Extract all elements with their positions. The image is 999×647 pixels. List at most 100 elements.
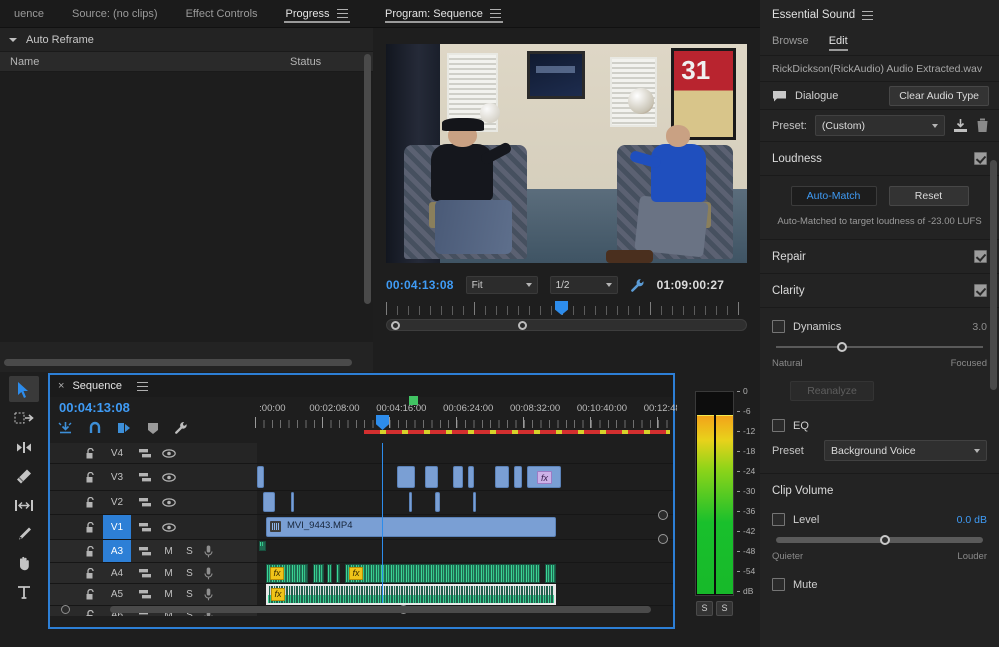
panel-menu-icon[interactable] bbox=[337, 9, 348, 18]
track-select-forward-tool[interactable] bbox=[9, 405, 39, 431]
timeline-timecode[interactable]: 00:04:13:08 bbox=[59, 400, 130, 415]
tab-sequence[interactable]: uence bbox=[0, 0, 58, 27]
track-name[interactable]: V4 bbox=[103, 446, 131, 461]
video-preview[interactable]: 31 bbox=[386, 44, 747, 263]
audio-clip[interactable]: fx bbox=[266, 564, 308, 583]
clip[interactable] bbox=[291, 492, 294, 512]
unlock-icon[interactable] bbox=[86, 472, 98, 483]
track-content[interactable]: MVI_9443.MP4 bbox=[257, 515, 660, 539]
microphone-icon[interactable] bbox=[204, 545, 219, 558]
monitor-scrubber[interactable] bbox=[373, 300, 760, 336]
tab-program-sequence[interactable]: Program: Sequence bbox=[373, 0, 515, 27]
unlock-icon[interactable] bbox=[86, 610, 98, 616]
track-content[interactable] bbox=[257, 443, 660, 463]
sync-lock-icon[interactable] bbox=[139, 546, 154, 557]
track-name-selected[interactable]: V1 bbox=[103, 515, 131, 539]
sync-lock-icon[interactable] bbox=[139, 589, 154, 600]
clip[interactable] bbox=[473, 492, 476, 512]
tab-browse[interactable]: Browse bbox=[772, 35, 809, 51]
sync-lock-icon[interactable] bbox=[139, 448, 154, 459]
clear-audio-type-button[interactable]: Clear Audio Type bbox=[889, 86, 989, 106]
reanalyze-button[interactable]: Reanalyze bbox=[790, 381, 874, 401]
progress-vertical-scrollbar[interactable] bbox=[364, 54, 371, 304]
sync-lock-icon[interactable] bbox=[139, 472, 154, 483]
dynamics-slider[interactable] bbox=[772, 339, 987, 355]
clip-with-effect[interactable]: fx bbox=[527, 466, 561, 488]
zoom-level-select[interactable]: Fit bbox=[466, 276, 538, 294]
ripple-edit-tool[interactable] bbox=[9, 434, 39, 460]
chevron-down-icon[interactable] bbox=[8, 35, 18, 45]
track-keyframe-knob[interactable] bbox=[658, 510, 668, 520]
tab-edit[interactable]: Edit bbox=[829, 35, 848, 51]
preset-select[interactable]: (Custom) bbox=[815, 115, 945, 136]
pen-tool[interactable] bbox=[9, 521, 39, 547]
track-header[interactable]: V1 bbox=[50, 515, 257, 539]
razor-tool[interactable] bbox=[9, 463, 39, 489]
track-header[interactable]: A5 M S bbox=[50, 584, 257, 605]
loudness-section-header[interactable]: Loudness bbox=[760, 142, 999, 176]
track-name[interactable]: A4 bbox=[103, 566, 131, 581]
tab-progress[interactable]: Progress bbox=[272, 0, 362, 27]
unlock-icon[interactable] bbox=[86, 497, 98, 508]
eye-icon[interactable] bbox=[162, 523, 177, 532]
mute-button[interactable]: M bbox=[162, 546, 175, 557]
essential-sound-scrollbar[interactable] bbox=[990, 160, 997, 390]
repair-checkbox[interactable] bbox=[974, 250, 987, 263]
track-content[interactable]: fx bbox=[257, 584, 660, 605]
level-slider-thumb[interactable] bbox=[880, 535, 890, 545]
timeline-horizontal-scrollbar[interactable] bbox=[110, 606, 651, 613]
mute-checkbox[interactable] bbox=[772, 578, 785, 591]
zoom-handle-right[interactable] bbox=[518, 321, 527, 330]
sync-lock-icon[interactable] bbox=[139, 568, 154, 579]
save-icon[interactable] bbox=[953, 118, 968, 133]
clip[interactable] bbox=[425, 466, 438, 488]
audio-clip[interactable] bbox=[327, 564, 332, 583]
playback-resolution-select[interactable]: 1/2 bbox=[550, 276, 618, 294]
track-name[interactable]: A5 bbox=[103, 587, 131, 602]
snap-icon[interactable] bbox=[88, 421, 102, 435]
solo-button[interactable]: S bbox=[183, 589, 196, 600]
wrench-icon[interactable] bbox=[630, 278, 645, 293]
track-content[interactable]: fx fx bbox=[257, 563, 660, 583]
track-header[interactable]: A4 M S bbox=[50, 563, 257, 583]
eq-checkbox[interactable] bbox=[772, 419, 785, 432]
audio-clip-main[interactable]: fx bbox=[345, 564, 540, 583]
hand-tool[interactable] bbox=[9, 550, 39, 576]
timeline-ruler[interactable]: :00:00 00:02:08:00 00:04:16:00 00:06:24:… bbox=[255, 403, 673, 441]
clip[interactable] bbox=[263, 492, 275, 512]
progress-horizontal-scrollbar[interactable] bbox=[4, 359, 352, 366]
microphone-icon[interactable] bbox=[204, 567, 219, 580]
sync-lock-icon[interactable] bbox=[139, 497, 154, 508]
clip[interactable] bbox=[495, 466, 509, 488]
solo-button[interactable]: S bbox=[183, 546, 196, 557]
tab-source[interactable]: Source: (no clips) bbox=[58, 0, 172, 27]
unlock-icon[interactable] bbox=[86, 448, 98, 459]
track-header[interactable]: A3 M S bbox=[50, 540, 257, 562]
add-marker-icon[interactable] bbox=[147, 422, 159, 435]
sequence-marker[interactable] bbox=[409, 396, 418, 405]
timeline-settings-icon[interactable] bbox=[174, 421, 188, 435]
loudness-checkbox[interactable] bbox=[974, 152, 987, 165]
level-value[interactable]: 0.0 dB bbox=[957, 514, 987, 526]
track-name[interactable]: V2 bbox=[103, 495, 131, 510]
panel-menu-icon[interactable] bbox=[862, 11, 873, 20]
clip[interactable] bbox=[435, 492, 440, 512]
unlock-icon[interactable] bbox=[86, 589, 98, 600]
mute-button[interactable]: M bbox=[162, 589, 175, 600]
clarity-section-header[interactable]: Clarity bbox=[760, 274, 999, 308]
clip-volume-section-header[interactable]: Clip Volume bbox=[760, 473, 999, 507]
clarity-checkbox[interactable] bbox=[974, 284, 987, 297]
level-slider[interactable] bbox=[772, 532, 987, 548]
auto-reframe-group[interactable]: Auto Reframe bbox=[0, 28, 373, 52]
clip[interactable] bbox=[257, 466, 264, 488]
meter-solo-left[interactable]: S bbox=[696, 601, 713, 616]
timeline-zoom-out-dot[interactable] bbox=[61, 605, 70, 614]
type-tool[interactable] bbox=[9, 579, 39, 605]
audio-clip[interactable] bbox=[545, 564, 556, 583]
meter-solo-right[interactable]: S bbox=[716, 601, 733, 616]
close-icon[interactable]: × bbox=[58, 381, 64, 392]
track-name-selected[interactable]: A3 bbox=[103, 540, 131, 562]
track-content[interactable] bbox=[257, 540, 660, 562]
sync-lock-icon[interactable] bbox=[139, 522, 154, 533]
mute-button[interactable]: M bbox=[162, 568, 175, 579]
